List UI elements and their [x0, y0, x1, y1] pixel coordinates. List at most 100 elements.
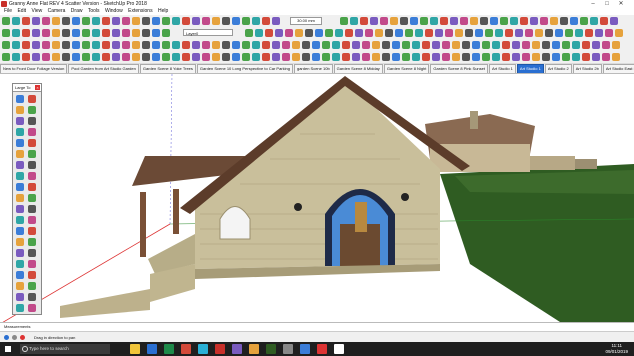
toolbar-tool-icon[interactable] [362, 41, 370, 49]
toolbar-tool-icon[interactable] [162, 41, 170, 49]
toolbar-tool-icon[interactable] [182, 41, 190, 49]
taskbar-app-icon[interactable] [232, 344, 242, 354]
toolbar-tool-icon[interactable] [32, 29, 40, 37]
toolbar-tool-icon[interactable] [442, 53, 450, 61]
toolbar-tool-icon[interactable] [542, 41, 550, 49]
toolbar-tool-icon[interactable] [252, 17, 260, 25]
toolbar-tool-icon[interactable] [62, 53, 70, 61]
layer-select[interactable]: Layer0 [183, 29, 233, 36]
toolbar-tool-icon[interactable] [392, 53, 400, 61]
toolbar-tool-icon[interactable] [425, 29, 433, 37]
toolbar-tool-icon[interactable] [332, 41, 340, 49]
toolbar-tool-icon[interactable] [102, 29, 110, 37]
toolbar-tool-icon[interactable] [562, 53, 570, 61]
toolbar-tool-icon[interactable] [412, 41, 420, 49]
toolbar-tool-icon[interactable] [355, 29, 363, 37]
toolbar-tool-icon[interactable] [245, 29, 253, 37]
toolbar-tool-icon[interactable] [492, 53, 500, 61]
toolbar-tool-icon[interactable] [452, 53, 460, 61]
palette-tool-icon[interactable] [16, 139, 24, 147]
toolbar-tool-icon[interactable] [542, 53, 550, 61]
toolbar-tool-icon[interactable] [132, 53, 140, 61]
toolbar-tool-icon[interactable] [510, 17, 518, 25]
palette-tool-icon[interactable] [16, 161, 24, 169]
toolbar-tool-icon[interactable] [42, 29, 50, 37]
toolbar-tool-icon[interactable] [515, 29, 523, 37]
toolbar-tool-icon[interactable] [495, 29, 503, 37]
palette-tool-icon[interactable] [28, 150, 36, 158]
palette-tool-icon[interactable] [28, 183, 36, 191]
toolbar-tool-icon[interactable] [112, 29, 120, 37]
toolbar-tool-icon[interactable] [432, 41, 440, 49]
toolbar-tool-icon[interactable] [532, 41, 540, 49]
toolbar-tool-icon[interactable] [572, 53, 580, 61]
toolbar-tool-icon[interactable] [52, 41, 60, 49]
taskbar-app-icon[interactable] [334, 344, 344, 354]
toolbar-tool-icon[interactable] [152, 17, 160, 25]
toolbar-tool-icon[interactable] [575, 29, 583, 37]
palette-tool-icon[interactable] [16, 293, 24, 301]
toolbar-tool-icon[interactable] [262, 41, 270, 49]
menu-extensions[interactable]: Extensions [128, 8, 152, 15]
palette-tool-icon[interactable] [28, 161, 36, 169]
palette-tool-icon[interactable] [16, 194, 24, 202]
menu-draw[interactable]: Draw [71, 8, 83, 15]
toolbar-tool-icon[interactable] [375, 29, 383, 37]
toolbar-tool-icon[interactable] [412, 53, 420, 61]
scene-tab[interactable]: Art Studio 2 [544, 64, 572, 73]
toolbar-tool-icon[interactable] [72, 17, 80, 25]
toolbar-tool-icon[interactable] [565, 29, 573, 37]
toolbar-tool-icon[interactable] [272, 53, 280, 61]
toolbar-tool-icon[interactable] [222, 41, 230, 49]
toolbar-tool-icon[interactable] [112, 41, 120, 49]
toolbar-tool-icon[interactable] [592, 41, 600, 49]
toolbar-tool-icon[interactable] [42, 17, 50, 25]
palette-tool-icon[interactable] [16, 271, 24, 279]
taskbar-app-icon[interactable] [317, 344, 327, 354]
toolbar-tool-icon[interactable] [82, 53, 90, 61]
palette-tool-icon[interactable] [16, 183, 24, 191]
scene-tab[interactable]: garden Scene 10b [293, 64, 333, 73]
user-icon[interactable] [20, 335, 25, 340]
menu-help[interactable]: Help [158, 8, 168, 15]
toolbar-tool-icon[interactable] [315, 29, 323, 37]
toolbar-tool-icon[interactable] [442, 41, 450, 49]
toolbar-tool-icon[interactable] [265, 29, 273, 37]
scene-tab[interactable]: Art Studio 1 [516, 64, 544, 73]
toolbar-tool-icon[interactable] [162, 17, 170, 25]
toolbar-tool-icon[interactable] [512, 41, 520, 49]
minimize-icon[interactable]: – [586, 0, 600, 8]
toolbar-tool-icon[interactable] [222, 17, 230, 25]
toolbar-tool-icon[interactable] [455, 29, 463, 37]
toolbar-tool-icon[interactable] [402, 41, 410, 49]
toolbar-tool-icon[interactable] [525, 29, 533, 37]
toolbar-tool-icon[interactable] [242, 41, 250, 49]
toolbar-tool-icon[interactable] [152, 29, 160, 37]
toolbar-tool-icon[interactable] [382, 53, 390, 61]
toolbar-tool-icon[interactable] [475, 29, 483, 37]
toolbar-tool-icon[interactable] [580, 17, 588, 25]
close-icon[interactable]: × [35, 85, 40, 90]
toolbar-tool-icon[interactable] [485, 29, 493, 37]
toolbar-tool-icon[interactable] [132, 17, 140, 25]
palette-tool-icon[interactable] [16, 304, 24, 312]
palette-tool-icon[interactable] [28, 128, 36, 136]
toolbar-tool-icon[interactable] [232, 17, 240, 25]
toolbar-tool-icon[interactable] [52, 53, 60, 61]
toolbar-tool-icon[interactable] [585, 29, 593, 37]
toolbar-tool-icon[interactable] [415, 29, 423, 37]
toolbar-tool-icon[interactable] [182, 53, 190, 61]
palette-tool-icon[interactable] [28, 106, 36, 114]
toolbar-tool-icon[interactable] [615, 29, 623, 37]
toolbar-tool-icon[interactable] [582, 41, 590, 49]
toolbar-tool-icon[interactable] [350, 17, 358, 25]
toolbar-tool-icon[interactable] [272, 17, 280, 25]
palette-tool-icon[interactable] [28, 95, 36, 103]
palette-tool-icon[interactable] [28, 172, 36, 180]
toolbar-tool-icon[interactable] [550, 17, 558, 25]
toolbar-tool-icon[interactable] [92, 29, 100, 37]
toolbar-tool-icon[interactable] [102, 17, 110, 25]
toolbar-tool-icon[interactable] [345, 29, 353, 37]
toolbar-tool-icon[interactable] [142, 29, 150, 37]
toolbar-tool-icon[interactable] [152, 53, 160, 61]
